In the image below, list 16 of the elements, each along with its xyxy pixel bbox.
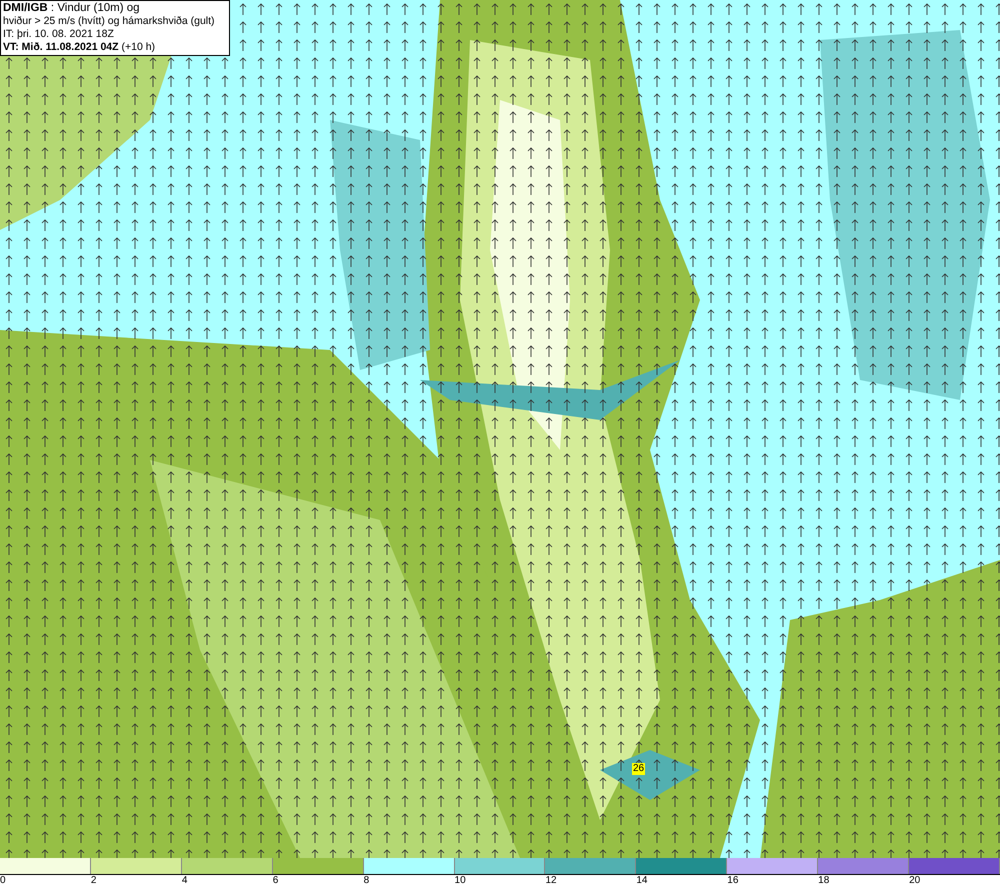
gust-label: 26 [632,763,646,775]
legend-tick-label: 14 [636,875,648,887]
legend-tick-label: 10 [454,875,466,887]
legend-tick-label: 16 [727,875,738,887]
legend-tick-label: 20 [909,875,920,887]
header-line: DMI/IGB : Vindur (10m) og [3,2,141,15]
legend-tick-label: 12 [545,875,557,887]
legend-tick-label: 18 [818,875,830,887]
header-line: IT: þri. 10. 08. 2021 18Z [3,28,115,41]
legend-tick-label: 4 [182,875,188,887]
header-line: hviður > 25 m/s (hvítt) og hámarkshviða (gult) [3,15,216,28]
legend-tick-label: 0 [0,875,6,887]
legend-tick-label: 8 [364,875,370,887]
header-line: VT: Mið. 11.08.2021 04Z (+10 h) [3,41,156,54]
legend-tick-label: 6 [272,875,278,887]
legend-tick-label: 2 [90,875,96,887]
